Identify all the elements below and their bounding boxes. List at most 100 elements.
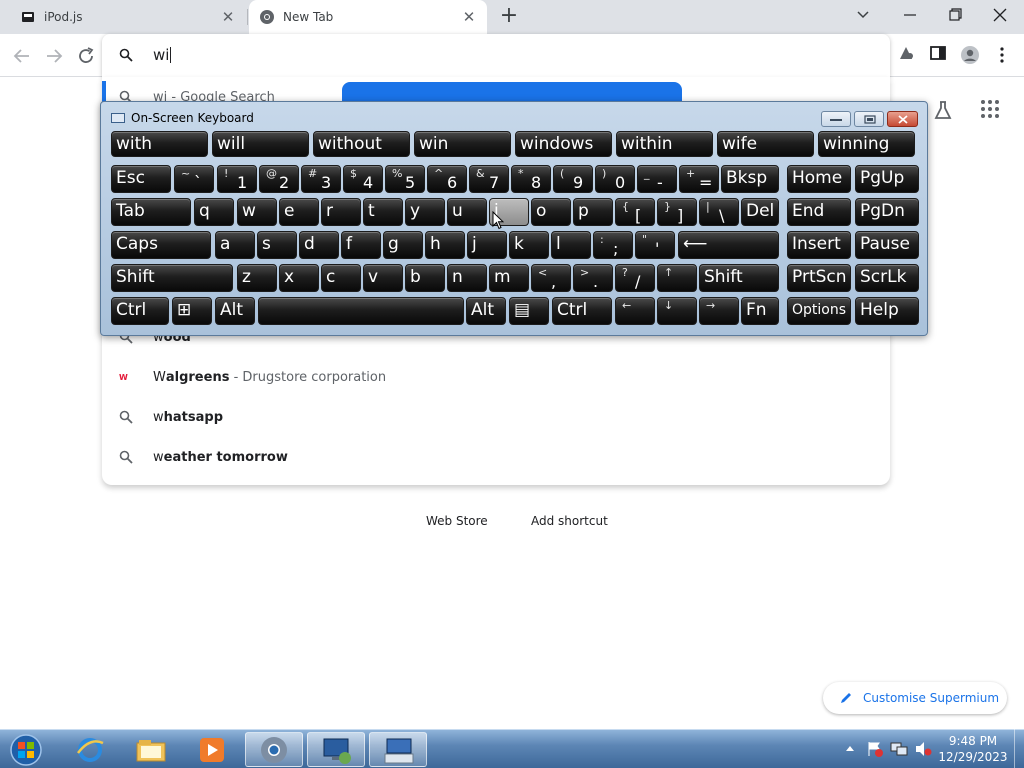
- key-Ctrl[interactable]: Ctrl: [111, 297, 169, 325]
- action-center-flag-icon[interactable]: [866, 741, 884, 757]
- suggestion-item[interactable]: whatsapp: [102, 397, 890, 437]
- osk-close-button[interactable]: [887, 111, 918, 127]
- key-6[interactable]: ^ 6: [427, 165, 467, 193]
- key-Shift[interactable]: Shift: [111, 264, 233, 292]
- key-enter[interactable]: ⟵: [678, 231, 779, 259]
- shortcut-add[interactable]: Add shortcut: [531, 514, 608, 528]
- osk-restore-button[interactable]: [854, 111, 884, 127]
- taskbar-on-screen-keyboard[interactable]: [369, 732, 427, 767]
- prediction-key[interactable]: within: [616, 131, 713, 157]
- key-x[interactable]: x: [279, 264, 319, 292]
- network-icon[interactable]: [890, 741, 908, 757]
- key-\[interactable]: | \: [699, 198, 739, 226]
- prediction-key[interactable]: without: [313, 131, 410, 157]
- key-1[interactable]: ! 1: [217, 165, 257, 193]
- labs-puzzle-icon[interactable]: [897, 44, 915, 62]
- minimize-icon[interactable]: [898, 5, 922, 25]
- tray-expand-icon[interactable]: [845, 744, 855, 752]
- customise-button[interactable]: Customise Supermium: [823, 682, 1007, 714]
- key-Ctrl[interactable]: Ctrl: [552, 297, 612, 325]
- key-,[interactable]: <,: [531, 264, 571, 292]
- omnibox-input-text[interactable]: wi: [153, 46, 171, 64]
- key-↓[interactable]: ↓: [657, 297, 697, 325]
- key-4[interactable]: $4: [343, 165, 383, 193]
- prediction-key[interactable]: will: [212, 131, 309, 157]
- close-tab-icon[interactable]: ✕: [461, 9, 477, 25]
- key-Esc[interactable]: Esc: [111, 165, 171, 193]
- key-`[interactable]: ~ `: [174, 165, 214, 193]
- key-0[interactable]: ) 0: [595, 165, 635, 193]
- key-Bksp[interactable]: Bksp: [721, 165, 779, 193]
- key-v[interactable]: v: [363, 264, 403, 292]
- key-Fn[interactable]: Fn: [741, 297, 779, 325]
- key-=[interactable]: + =: [679, 165, 719, 193]
- key-j[interactable]: j: [467, 231, 507, 259]
- key-k[interactable]: k: [509, 231, 549, 259]
- key-7[interactable]: & 7: [469, 165, 509, 193]
- key-Options[interactable]: Options: [787, 297, 851, 325]
- new-tab-button[interactable]: +: [498, 5, 520, 28]
- taskbar-file-explorer[interactable]: [122, 732, 180, 767]
- key-Tab[interactable]: Tab: [111, 198, 191, 226]
- key-/[interactable]: ? /: [615, 264, 655, 292]
- forward-icon[interactable]: [42, 44, 66, 68]
- profile-avatar-icon[interactable]: [960, 45, 980, 65]
- prediction-key[interactable]: windows: [515, 131, 612, 157]
- key-;[interactable]: :;: [593, 231, 633, 259]
- prediction-key[interactable]: win: [414, 131, 511, 157]
- labs-flask-icon[interactable]: [932, 99, 954, 121]
- key-5[interactable]: % 5: [385, 165, 425, 193]
- key-o[interactable]: o: [531, 198, 571, 226]
- suggestion-item[interactable]: weather tomorrow: [102, 437, 890, 477]
- taskbar-media-player[interactable]: [183, 732, 241, 767]
- key-q[interactable]: q: [194, 198, 234, 226]
- key-2[interactable]: @2: [259, 165, 299, 193]
- prediction-key[interactable]: with: [111, 131, 208, 157]
- start-orb-icon[interactable]: [6, 732, 46, 768]
- key-Alt[interactable]: Alt: [215, 297, 255, 325]
- key-z[interactable]: z: [237, 264, 277, 292]
- omnibox[interactable]: wi: [102, 34, 890, 77]
- tray-clock[interactable]: 9:48 PM 12/29/2023: [938, 733, 1008, 765]
- key-g[interactable]: g: [383, 231, 423, 259]
- key-a[interactable]: a: [215, 231, 255, 259]
- key-n[interactable]: n: [447, 264, 487, 292]
- tab-search-icon[interactable]: [851, 5, 875, 25]
- key-9[interactable]: (9: [553, 165, 593, 193]
- key-→[interactable]: →: [699, 297, 739, 325]
- side-panel-icon[interactable]: [929, 44, 947, 62]
- key-Help[interactable]: Help: [855, 297, 919, 325]
- key-'[interactable]: " ': [635, 231, 675, 259]
- show-desktop-button[interactable]: [1014, 729, 1024, 768]
- key-End[interactable]: End: [787, 198, 851, 226]
- key-w[interactable]: w: [237, 198, 277, 226]
- apps-grid-icon[interactable]: [980, 99, 1000, 119]
- key-windows[interactable]: ⊞: [172, 297, 212, 325]
- key-[[interactable]: {[: [615, 198, 655, 226]
- key-b[interactable]: b: [405, 264, 445, 292]
- suggestion-item[interactable]: W Walgreens - Drugstore corporation: [102, 357, 890, 397]
- key-h[interactable]: h: [425, 231, 465, 259]
- key-m[interactable]: m: [489, 264, 529, 292]
- key-d[interactable]: d: [299, 231, 339, 259]
- tab-new-tab[interactable]: New Tab ✕: [249, 0, 487, 34]
- restore-icon[interactable]: [943, 5, 967, 25]
- key-f[interactable]: f: [341, 231, 381, 259]
- osk-minimize-button[interactable]: [821, 111, 851, 127]
- key-l[interactable]: l: [551, 231, 591, 259]
- taskbar-internet-explorer[interactable]: [61, 732, 119, 767]
- key-t[interactable]: t: [363, 198, 403, 226]
- key-Alt[interactable]: Alt: [466, 297, 506, 325]
- key-r[interactable]: r: [321, 198, 361, 226]
- volume-muted-icon[interactable]: [914, 741, 932, 757]
- key-Pause[interactable]: Pause: [855, 231, 919, 259]
- key-e[interactable]: e: [279, 198, 319, 226]
- key-Caps[interactable]: Caps: [111, 231, 211, 259]
- tab-ipodjs[interactable]: iPod.js ✕: [0, 0, 246, 34]
- key-8[interactable]: * 8: [511, 165, 551, 193]
- taskbar-supermium-browser[interactable]: [245, 732, 303, 767]
- key-space[interactable]: [258, 297, 464, 325]
- key-.[interactable]: >.: [573, 264, 613, 292]
- key-Shift[interactable]: Shift: [699, 264, 779, 292]
- close-tab-icon[interactable]: ✕: [220, 9, 236, 25]
